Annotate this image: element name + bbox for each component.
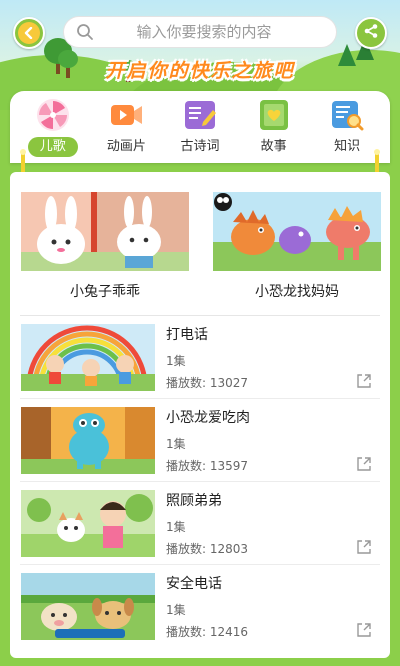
featured-title: 小兔子乖乖 [70,284,140,300]
video-camera-icon [109,98,143,132]
category-label: 知识 [334,139,361,154]
video-thumbnail[interactable] [21,490,155,557]
share-icon[interactable] [356,456,372,476]
share-icon [363,23,379,43]
video-thumbnail[interactable] [21,324,155,391]
share-button[interactable] [355,17,387,49]
share-icon[interactable] [356,373,372,393]
hanging-post [20,149,26,174]
slogan-banner: 开启你的快乐之旅吧 [105,60,295,82]
share-icon[interactable] [356,622,372,642]
back-arrow-icon [18,22,40,44]
video-title: 小恐龙爱吃肉 [166,410,250,426]
hanging-post [374,149,380,174]
play-count: 播放数: 13027 [166,376,249,390]
category-poetry[interactable]: 古诗词 [168,98,232,157]
category-label: 故事 [260,139,287,154]
pinwheel-icon [36,98,70,132]
category-cartoons[interactable]: 动画片 [94,98,158,157]
play-count: 播放数: 12416 [166,625,249,639]
category-nursery-rhymes[interactable]: 儿歌 [21,98,85,157]
back-button[interactable] [13,17,45,49]
category-label: 古诗词 [180,139,220,154]
video-thumbnail[interactable] [21,573,155,640]
featured-title: 小恐龙找妈妈 [255,284,339,300]
episode-count: 1集 [166,520,186,534]
episode-count: 1集 [166,437,186,451]
top-bar [0,0,400,60]
video-title: 安全电话 [166,576,222,592]
bunny-video-thumbnail[interactable] [21,192,189,271]
category-label: 动画片 [106,139,146,154]
poetry-book-icon [183,98,217,132]
knowledge-search-icon [330,98,364,132]
episode-count: 1集 [166,354,186,368]
video-list-item[interactable]: 照顾弟弟 1集 播放数: 12803 [10,482,390,565]
heart-book-icon [257,98,291,132]
dinosaur-video-thumbnail[interactable] [213,192,381,271]
search-icon [76,23,102,41]
video-list-item[interactable]: 小恐龙爱吃肉 1集 播放数: 13597 [10,399,390,482]
share-icon[interactable] [356,539,372,559]
search-bar[interactable] [63,16,337,48]
category-label: 儿歌 [27,137,78,157]
video-list-panel: 小兔子乖乖 小恐龙找妈妈 打电话 1集 播放数: 13027 小恐龙爱吃肉 1集… [10,172,390,658]
category-stories[interactable]: 故事 [242,98,306,157]
video-thumbnail[interactable] [21,407,155,474]
featured-card[interactable]: 小恐龙找妈妈 [213,192,381,301]
featured-card[interactable]: 小兔子乖乖 [21,192,189,301]
category-knowledge[interactable]: 知识 [315,98,379,157]
episode-count: 1集 [166,603,186,617]
video-title: 打电话 [166,327,208,343]
category-bar: 儿歌 动画片 古诗词 故事 知识 [10,91,390,163]
video-title: 照顾弟弟 [166,493,222,509]
video-list-item[interactable]: 打电话 1集 播放数: 13027 [10,316,390,399]
play-count: 播放数: 13597 [166,459,249,473]
play-count: 播放数: 12803 [166,542,249,556]
featured-section: 小兔子乖乖 小恐龙找妈妈 [10,172,390,301]
search-input[interactable] [102,23,336,41]
video-list-item[interactable]: 安全电话 1集 播放数: 12416 [10,565,390,648]
